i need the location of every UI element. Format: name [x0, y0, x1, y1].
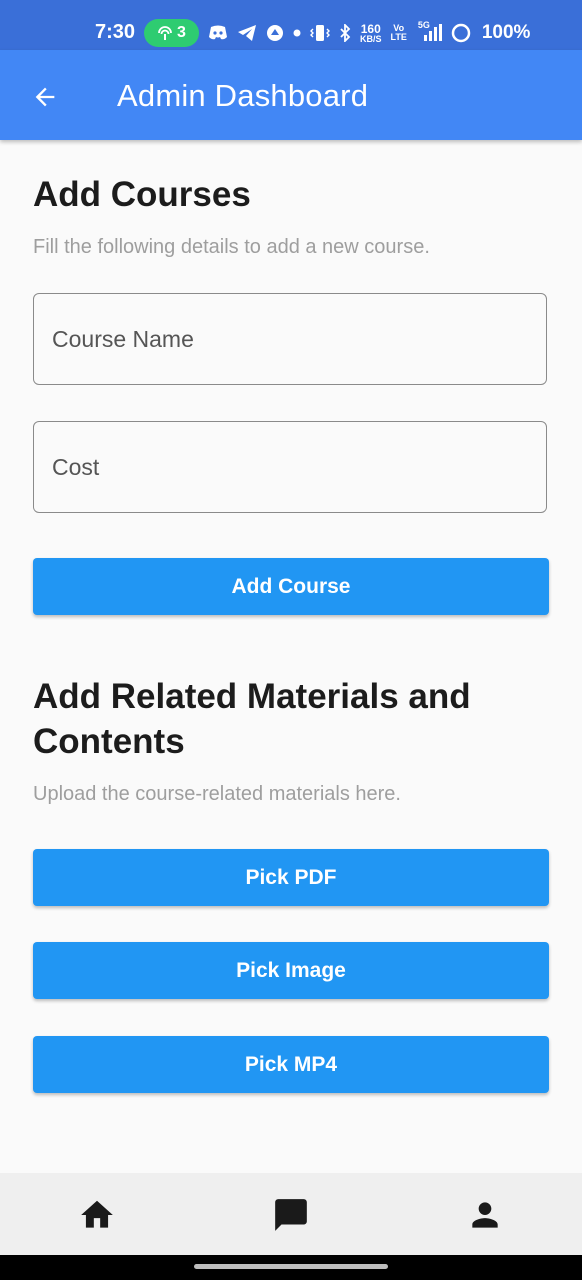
materials-title: Add Related Materials and Contents [33, 674, 471, 764]
chat-icon [275, 1199, 307, 1231]
gesture-handle[interactable] [194, 1264, 388, 1269]
status-time: 7:30 [95, 21, 136, 43]
hotspot-icon [158, 26, 172, 40]
net-speed-indicator: 160 KB/S [360, 23, 382, 44]
materials-title-line1: Add Related Materials and [33, 677, 471, 716]
back-button[interactable] [22, 74, 68, 120]
person-icon [472, 1202, 498, 1228]
battery-icon [451, 23, 471, 43]
status-icons: 160 KB/S Vo LTE 5G 100% [208, 20, 530, 46]
pick-mp4-button[interactable]: Pick MP4 [33, 1036, 549, 1093]
pick-image-button[interactable]: Pick Image [33, 942, 549, 999]
network-type: 5G [417, 20, 430, 30]
hotspot-count: 3 [177, 24, 186, 41]
gesture-bar [0, 1255, 582, 1280]
battery-percent: 100% [481, 22, 531, 43]
app-title: Admin Dashboard [117, 78, 369, 113]
home-icon [81, 1200, 113, 1228]
nav-item-profile[interactable] [463, 1193, 507, 1237]
add-course-button[interactable]: Add Course [33, 558, 549, 615]
status-bar: 7:30 3 160 KB/S Vo LTE 5G 100% [0, 0, 582, 50]
signal-icon: 5G [416, 20, 442, 42]
app-bar: Admin Dashboard [0, 50, 582, 140]
volte-bottom: LTE [390, 32, 407, 42]
arrow-back-icon [35, 87, 55, 107]
discord-icon [208, 25, 228, 41]
vibrate-icon [310, 24, 330, 42]
dot-icon [293, 29, 301, 37]
volte-indicator: Vo LTE [391, 24, 407, 42]
nav-item-home[interactable] [75, 1193, 119, 1237]
bluetooth-icon [339, 24, 351, 42]
net-speed-unit: KB/S [360, 33, 382, 44]
course-name-input[interactable] [33, 293, 547, 385]
add-courses-subtitle: Fill the following details to add a new … [33, 236, 430, 258]
add-courses-title: Add Courses [33, 175, 251, 214]
materials-subtitle: Upload the course-related materials here… [33, 783, 401, 805]
pick-pdf-button[interactable]: Pick PDF [33, 849, 549, 906]
net-speed-value: 160 [360, 21, 381, 36]
cost-input[interactable] [33, 421, 547, 513]
browser-icon [266, 24, 284, 42]
bottom-nav [0, 1173, 582, 1255]
materials-title-line2: Contents [33, 722, 185, 761]
hotspot-indicator: 3 [144, 19, 199, 47]
telegram-icon [237, 24, 257, 42]
nav-item-chat[interactable] [269, 1193, 313, 1237]
